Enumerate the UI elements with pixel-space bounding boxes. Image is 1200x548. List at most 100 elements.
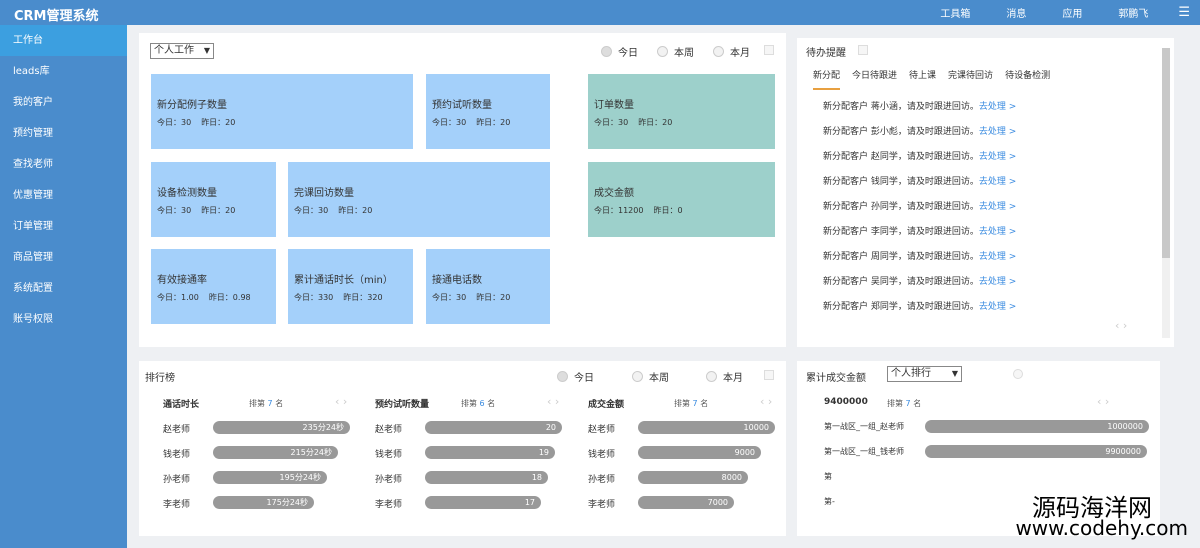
radio-month-label: 本月 (730, 48, 750, 59)
ranking-bar: 175分24秒 (213, 496, 314, 509)
stat-card[interactable]: 完课回访数量 今日：30 昨日：20 (288, 162, 550, 237)
todo-text: 新分配客户 孙同学，请及时跟进回访。 (823, 202, 979, 212)
rank-prefix: 排第 (249, 399, 265, 408)
stat-yesterday: 昨日：0 (653, 206, 683, 215)
radio-today[interactable]: 今日 (601, 44, 638, 59)
sidebar-item-my-customers[interactable]: 我的客户 (0, 87, 127, 118)
scrollbar-thumb[interactable] (1162, 48, 1170, 258)
ranking-bar: 8000 (638, 471, 748, 484)
stat-card-values: 今日：30 昨日：20 (594, 117, 672, 128)
pager-arrows-icon[interactable]: ‹ › (335, 395, 347, 408)
stat-card-title: 完课回访数量 (294, 188, 354, 199)
sidebar-item-leads[interactable]: leads库 (0, 56, 127, 87)
watermark-url: www.codehy.com (1015, 516, 1188, 540)
todo-action-link[interactable]: 去处理 > (979, 202, 1016, 212)
todo-action-link[interactable]: 去处理 > (979, 227, 1016, 237)
tab-pending-revisit[interactable]: 完课待回访 (948, 68, 993, 90)
radio-month[interactable]: 本月 (713, 44, 750, 59)
ranking-bar: 195分24秒 (213, 471, 327, 484)
ranking-bar: 18 (425, 471, 548, 484)
todo-text: 新分配客户 周同学，请及时跟进回访。 (823, 252, 979, 262)
ranking-column-header: 成交金额 (588, 400, 625, 410)
sidebar-item-workbench[interactable]: 工作台 (0, 25, 127, 56)
stat-card-title: 预约试听数量 (432, 100, 492, 111)
todo-action-link[interactable]: 去处理 > (979, 302, 1016, 312)
sidebar-item-appointments[interactable]: 预约管理 (0, 118, 127, 149)
sidebar-item-orders[interactable]: 订单管理 (0, 211, 127, 242)
ranking-bar: 10000 (638, 421, 775, 434)
sidebar-item-discounts[interactable]: 优惠管理 (0, 180, 127, 211)
pager-arrows-icon[interactable]: ‹ › (547, 395, 559, 408)
stat-card[interactable]: 累计通话时长（min） 今日：330 昨日：320 (288, 249, 413, 324)
work-scope-select[interactable]: 个人工作 ▼ (150, 43, 214, 59)
todo-action-link[interactable]: 去处理 > (979, 102, 1016, 112)
todo-action-link[interactable]: 去处理 > (979, 127, 1016, 137)
ranking-row-name: 孙老师 (375, 475, 403, 485)
stat-card[interactable]: 设备检测数量 今日：30 昨日：20 (151, 162, 276, 237)
brand-title: CRM管理系统 (14, 9, 99, 24)
stat-card-values: 今日：30 昨日：20 (294, 205, 372, 216)
stat-today: 今日：30 (432, 293, 467, 302)
pager-arrows-icon[interactable]: ‹ › (1115, 319, 1127, 332)
tab-today-followup[interactable]: 今日待跟进 (852, 68, 897, 90)
stat-card[interactable]: 新分配例子数量 今日：30 昨日：20 (151, 74, 413, 149)
stat-card-values: 今日：30 昨日：20 (432, 117, 510, 128)
stat-yesterday: 昨日：20 (338, 206, 373, 215)
stat-card[interactable]: 预约试听数量 今日：30 昨日：20 (426, 74, 550, 149)
todo-action-link[interactable]: 去处理 > (979, 177, 1016, 187)
ranking-column-rank: 排第 7 名 (674, 398, 708, 409)
radio-week[interactable]: 本周 (632, 369, 669, 384)
stat-card[interactable]: 订单数量 今日：30 昨日：20 (588, 74, 775, 149)
stat-card[interactable]: 接通电话数 今日：30 昨日：20 (426, 249, 550, 324)
sidebar-item-system-config[interactable]: 系统配置 (0, 273, 127, 304)
refresh-icon[interactable] (764, 370, 774, 380)
tab-new-assigned[interactable]: 新分配 (813, 68, 841, 90)
radio-month[interactable]: 本月 (706, 369, 743, 384)
sidebar-item-products[interactable]: 商品管理 (0, 242, 127, 273)
pager-arrows-icon[interactable]: ‹ › (1097, 395, 1109, 408)
radio-today-label: 今日 (618, 48, 638, 59)
ranking-row-name: 孙老师 (163, 475, 191, 485)
todo-action-link[interactable]: 去处理 > (979, 152, 1016, 162)
stat-card[interactable]: 成交金额 今日：11200 昨日：0 (588, 162, 775, 237)
refresh-icon[interactable] (1013, 369, 1023, 379)
refresh-icon[interactable] (764, 45, 774, 55)
ranking-row-name: 钱老师 (163, 450, 191, 460)
stat-card[interactable]: 有效接通率 今日：1.00 昨日：0.98 (151, 249, 276, 324)
nav-toolbox[interactable]: 工具箱 (940, 5, 970, 20)
stat-today: 今日：30 (432, 118, 467, 127)
menu-icon[interactable]: ☰ (1178, 5, 1190, 20)
nav-messages[interactable]: 消息 (1006, 5, 1026, 20)
sidebar-item-account-permissions[interactable]: 账号权限 (0, 304, 127, 335)
work-panel: 个人工作 ▼ 今日 本周 本月 新分配例子数量 今日：30 昨日：20 预约试听数量… (139, 33, 786, 347)
tab-pending-device-check[interactable]: 待设备检测 (1005, 68, 1050, 90)
radio-week[interactable]: 本周 (657, 44, 694, 59)
radio-today[interactable]: 今日 (557, 369, 594, 384)
ranking-row-name: 钱老师 (588, 450, 616, 460)
nav-user[interactable]: 郭鹏飞 (1118, 5, 1148, 20)
stat-card-values: 今日：30 昨日：20 (157, 117, 235, 128)
todo-text: 新分配客户 钱同学，请及时跟进回访。 (823, 177, 979, 187)
todo-action-link[interactable]: 去处理 > (979, 252, 1016, 262)
todo-text: 新分配客户 李同学，请及时跟进回访。 (823, 227, 979, 237)
rank-prefix: 排第 (887, 399, 903, 408)
sidebar-item-find-teacher[interactable]: 查找老师 (0, 149, 127, 180)
rank-prefix: 排第 (461, 399, 477, 408)
ranking-column-header: 通话时长 (163, 400, 200, 410)
ranking-title: 排行榜 (145, 373, 175, 384)
todo-action-link[interactable]: 去处理 > (979, 277, 1016, 287)
pager-arrows-icon[interactable]: ‹ › (760, 395, 772, 408)
radio-circle-icon (706, 371, 717, 382)
stat-card-title: 接通电话数 (432, 275, 482, 286)
total-row-name: 第 (824, 472, 832, 481)
todo-text: 新分配客户 郑同学，请及时跟进回访。 (823, 302, 979, 312)
todo-scrollbar[interactable] (1162, 48, 1170, 338)
ranking-column-rank: 排第 6 名 (461, 398, 495, 409)
ranking-row-name: 赵老师 (375, 425, 403, 435)
nav-apps[interactable]: 应用 (1062, 5, 1082, 20)
stat-card-title: 成交金额 (594, 188, 634, 199)
tab-pending-class[interactable]: 待上课 (909, 68, 936, 90)
todo-item: 新分配客户 钱同学，请及时跟进回访。去处理 > (823, 174, 1016, 187)
stat-card-title: 设备检测数量 (157, 188, 217, 199)
ranking-scope-select[interactable]: 个人排行 ▼ (887, 366, 962, 382)
